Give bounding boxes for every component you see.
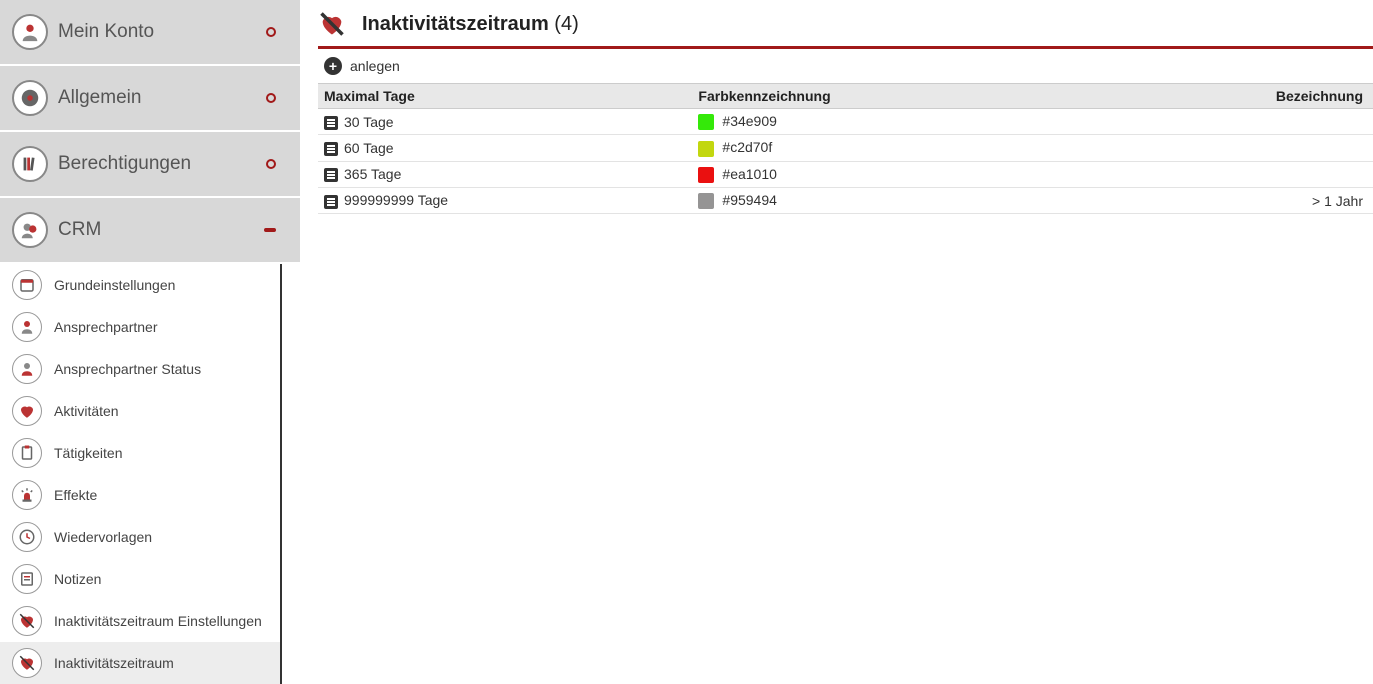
- heart-slash-icon: [12, 606, 42, 636]
- cell-max-days: 30 Tage: [318, 109, 692, 135]
- sidebar: Mein Konto Allgemein Berechtigungen CRM …: [0, 0, 300, 684]
- row-icon: [324, 142, 338, 156]
- color-swatch: [698, 141, 714, 157]
- cell-max-days-text: 30 Tage: [344, 114, 394, 130]
- sidebar-item-grundeinstellungen[interactable]: Grundeinstellungen: [0, 264, 280, 306]
- sidebar-item-effekte[interactable]: Effekte: [0, 474, 280, 516]
- cell-max-days-text: 60 Tage: [344, 140, 394, 156]
- cell-name: > 1 Jahr: [1089, 187, 1373, 213]
- sidebar-item-notizen[interactable]: Notizen: [0, 558, 280, 600]
- cell-name: [1089, 109, 1373, 135]
- sidebar-item-label: Inaktivitätszeitraum Einstellungen: [54, 613, 262, 629]
- cell-color-text: #959494: [722, 192, 777, 208]
- data-table: Maximal Tage Farbkennzeichnung Bezeichnu…: [318, 84, 1373, 214]
- cell-color-text: #c2d70f: [722, 139, 772, 155]
- table-row[interactable]: 30 Tage #34e909: [318, 109, 1373, 135]
- sidebar-top-crm[interactable]: CRM: [0, 198, 300, 264]
- expand-icon: [266, 159, 276, 169]
- sidebar-item-taetigkeiten[interactable]: Tätigkeiten: [0, 432, 280, 474]
- cell-max-days: 60 Tage: [318, 135, 692, 161]
- page-header: Inaktivitätszeitraum (4): [318, 10, 1373, 49]
- cell-max-days: 999999999 Tage: [318, 187, 692, 213]
- sidebar-top-label: Berechtigungen: [58, 153, 266, 175]
- sidebar-top-berechtigungen[interactable]: Berechtigungen: [0, 132, 300, 198]
- expand-icon: [266, 93, 276, 103]
- sidebar-item-inaktivitaetszeitraum[interactable]: Inaktivitätszeitraum: [0, 642, 280, 684]
- sidebar-item-label: Notizen: [54, 571, 101, 587]
- cell-max-days: 365 Tage: [318, 161, 692, 187]
- col-color[interactable]: Farbkennzeichnung: [692, 84, 1089, 109]
- clipboard-icon: [12, 438, 42, 468]
- sidebar-item-label: Tätigkeiten: [54, 445, 122, 461]
- row-icon: [324, 195, 338, 209]
- sidebar-item-label: Inaktivitätszeitraum: [54, 655, 174, 671]
- notes-icon: [12, 564, 42, 594]
- cell-name: [1089, 161, 1373, 187]
- sidebar-sub-list: Grundeinstellungen Ansprechpartner Anspr…: [0, 264, 282, 684]
- sidebar-item-inaktivitaet-einstellungen[interactable]: Inaktivitätszeitraum Einstellungen: [0, 600, 280, 642]
- collapse-icon: [264, 228, 276, 232]
- sidebar-item-ansprechpartner[interactable]: Ansprechpartner: [0, 306, 280, 348]
- cell-color: #c2d70f: [692, 135, 1089, 161]
- cell-color: #ea1010: [692, 161, 1089, 187]
- color-swatch: [698, 193, 714, 209]
- toolbar: + anlegen: [318, 49, 1373, 84]
- page-title-text: Inaktivitätszeitraum: [362, 13, 549, 35]
- sidebar-item-label: Ansprechpartner Status: [54, 361, 201, 377]
- heart-icon: [12, 396, 42, 426]
- page-title: Inaktivitätszeitraum (4): [362, 13, 579, 36]
- table-row[interactable]: 365 Tage #ea1010: [318, 161, 1373, 187]
- add-button[interactable]: + anlegen: [324, 57, 400, 75]
- heart-slash-icon: [12, 648, 42, 678]
- sidebar-item-label: Effekte: [54, 487, 97, 503]
- sidebar-top-label: Mein Konto: [58, 21, 266, 43]
- sidebar-item-aktivitaeten[interactable]: Aktivitäten: [0, 390, 280, 432]
- clock-icon: [12, 522, 42, 552]
- user-status-icon: [12, 354, 42, 384]
- table-row[interactable]: 999999999 Tage #959494 > 1 Jahr: [318, 187, 1373, 213]
- sidebar-item-wiedervorlagen[interactable]: Wiedervorlagen: [0, 516, 280, 558]
- sidebar-top-allgemein[interactable]: Allgemein: [0, 66, 300, 132]
- cell-color: #959494: [692, 187, 1089, 213]
- cell-color-text: #ea1010: [722, 166, 777, 182]
- user-icon: [12, 14, 48, 50]
- col-name[interactable]: Bezeichnung: [1089, 84, 1373, 109]
- cell-max-days-text: 365 Tage: [344, 166, 401, 182]
- row-icon: [324, 168, 338, 182]
- table-row[interactable]: 60 Tage #c2d70f: [318, 135, 1373, 161]
- sidebar-top-label: CRM: [58, 219, 264, 241]
- siren-icon: [12, 480, 42, 510]
- page-title-count: (4): [554, 13, 578, 35]
- sidebar-item-label: Ansprechpartner: [54, 319, 158, 335]
- col-max-days[interactable]: Maximal Tage: [318, 84, 692, 109]
- plus-icon: +: [324, 57, 342, 75]
- cell-color: #34e909: [692, 109, 1089, 135]
- main-content: Inaktivitätszeitraum (4) + anlegen Maxim…: [300, 0, 1373, 684]
- disc-icon: [12, 80, 48, 116]
- books-icon: [12, 146, 48, 182]
- color-swatch: [698, 114, 714, 130]
- color-swatch: [698, 167, 714, 183]
- expand-icon: [266, 27, 276, 37]
- sidebar-top-mein-konto[interactable]: Mein Konto: [0, 0, 300, 66]
- sidebar-item-label: Aktivitäten: [54, 403, 119, 419]
- cell-max-days-text: 999999999 Tage: [344, 192, 448, 208]
- sidebar-item-ansprechpartner-status[interactable]: Ansprechpartner Status: [0, 348, 280, 390]
- calendar-icon: [12, 270, 42, 300]
- user-icon: [12, 312, 42, 342]
- row-icon: [324, 116, 338, 130]
- sidebar-item-label: Grundeinstellungen: [54, 277, 175, 293]
- cell-name: [1089, 135, 1373, 161]
- cell-color-text: #34e909: [722, 113, 777, 129]
- heart-slash-icon: [318, 10, 346, 38]
- add-button-label: anlegen: [350, 58, 400, 74]
- sidebar-top-label: Allgemein: [58, 87, 266, 109]
- users-icon: [12, 212, 48, 248]
- sidebar-item-label: Wiedervorlagen: [54, 529, 152, 545]
